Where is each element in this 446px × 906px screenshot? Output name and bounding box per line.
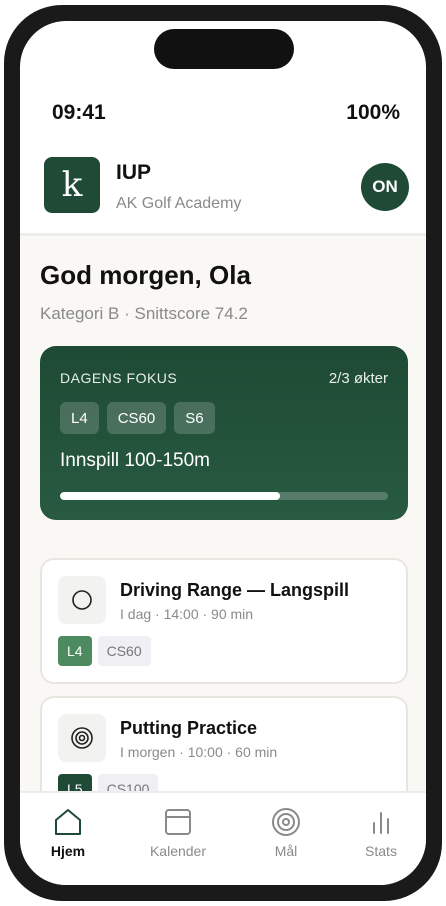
- focus-tags: L4 CS60 S6: [60, 402, 215, 434]
- player-summary: Kategori B · Snittscore 74.2: [40, 304, 248, 323]
- screen: 09:41 100% k IUP AK Golf Academy ON God …: [20, 21, 426, 885]
- session-tags: L4 CS60: [58, 636, 151, 666]
- dynamic-island: [154, 29, 294, 69]
- status-battery: 100%: [346, 101, 400, 124]
- nav-label: Kalender: [149, 843, 207, 859]
- focus-session-count: 2/3 økter: [328, 370, 388, 387]
- target-icon: [58, 714, 106, 762]
- nav-item-home[interactable]: Hjem: [23, 807, 113, 859]
- calendar-icon: [165, 809, 191, 835]
- home-icon: [55, 809, 81, 835]
- bottom-nav: Hjem Kalender Mål Stats: [20, 791, 426, 885]
- session-title: Putting Practice: [120, 718, 258, 738]
- focus-tag: L4: [60, 402, 99, 434]
- nav-item-stats[interactable]: Stats: [336, 807, 426, 859]
- phone-frame: 09:41 100% k IUP AK Golf Academy ON God …: [4, 5, 442, 901]
- level-tag: L4: [58, 636, 92, 666]
- session-card-driving-range[interactable]: Driving Range — Langspill I dag · 14:00 …: [40, 558, 408, 684]
- focus-progress-bar: [60, 492, 388, 500]
- session-card-putting-practice[interactable]: Putting Practice I morgen · 10:00 · 60 m…: [40, 696, 408, 791]
- cs-tag: CS60: [97, 636, 151, 666]
- focus-label: DAGENS FOKUS: [60, 370, 178, 386]
- session-meta: I morgen · 10:00 · 60 min: [120, 744, 278, 760]
- profile-avatar[interactable]: ON: [361, 163, 409, 211]
- greeting: God morgen, Ola: [40, 260, 251, 290]
- focus-title: Innspill 100-150m: [60, 450, 210, 471]
- session-title: Driving Range — Langspill: [120, 580, 350, 600]
- session-meta: I dag · 14:00 · 90 min: [120, 606, 254, 622]
- nav-item-goals[interactable]: Mål: [241, 807, 331, 859]
- bar-chart-icon: [373, 812, 389, 834]
- circle-icon: [58, 576, 106, 624]
- nav-label: Mål: [274, 843, 298, 859]
- daily-focus-card[interactable]: DAGENS FOKUS 2/3 økter L4 CS60 S6 Innspi…: [40, 346, 408, 520]
- session-tags: L5 CS100: [58, 774, 159, 791]
- status-time: 09:41: [52, 101, 106, 124]
- level-tag: L5: [58, 774, 92, 791]
- cs-tag: CS100: [97, 774, 159, 791]
- logo-letter: k: [61, 165, 83, 205]
- app-title: IUP: [116, 161, 152, 184]
- nav-label: Hjem: [50, 843, 86, 859]
- app-logo: k: [44, 157, 100, 213]
- nav-label: Stats: [365, 843, 397, 859]
- app-subtitle: AK Golf Academy: [116, 195, 242, 212]
- target-icon: [272, 808, 300, 836]
- focus-progress-fill: [60, 492, 280, 500]
- focus-tag: S6: [174, 402, 215, 434]
- home-content[interactable]: God morgen, Ola Kategori B · Snittscore …: [20, 236, 426, 791]
- nav-item-calendar[interactable]: Kalender: [133, 807, 223, 859]
- focus-tag: CS60: [106, 402, 167, 434]
- app-header: k IUP AK Golf Academy ON: [20, 137, 426, 236]
